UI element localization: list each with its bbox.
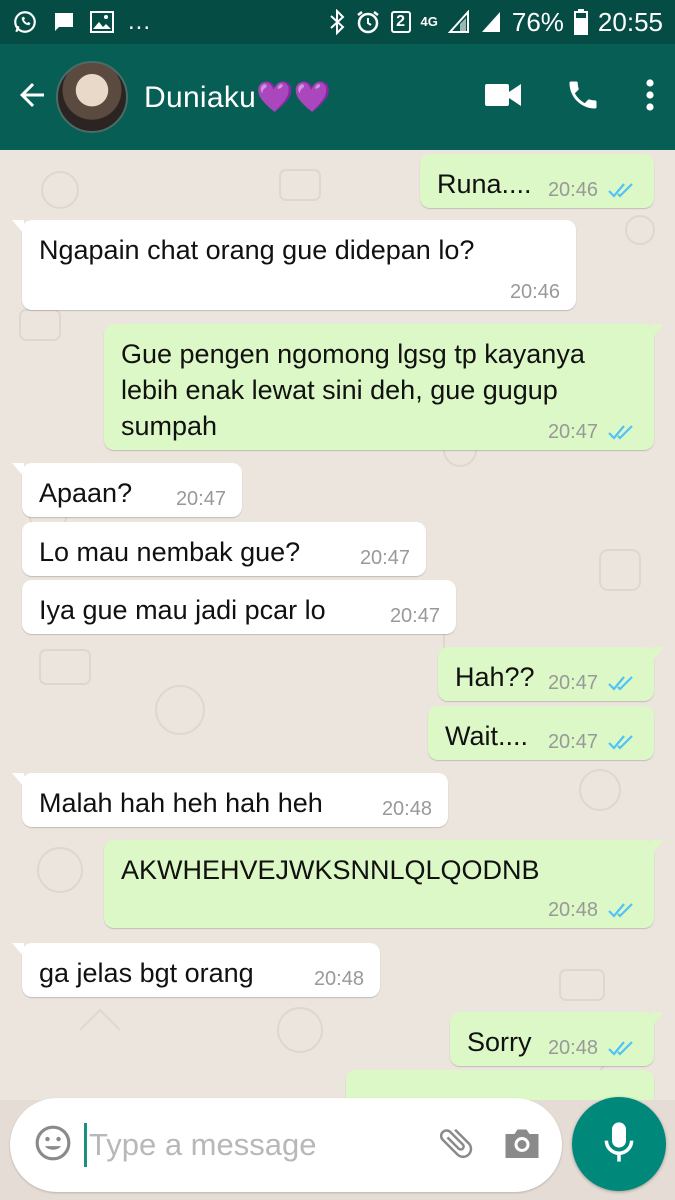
- message-bubble-outgoing[interactable]: Sorry 20:48: [450, 1012, 664, 1066]
- message-time: 20:47: [389, 605, 440, 627]
- message-bubble-incoming[interactable]: Lo mau nembak gue? 20:47: [22, 522, 426, 576]
- message-time: 20:48: [547, 1037, 598, 1059]
- avatar[interactable]: [56, 61, 128, 133]
- message-time: 20:47: [359, 547, 410, 569]
- arrow-back-icon[interactable]: [14, 77, 50, 118]
- message-text: Wait....: [445, 721, 529, 751]
- video-call-icon[interactable]: [485, 82, 521, 113]
- read-ticks-icon: [608, 903, 633, 918]
- read-ticks-icon: [608, 735, 633, 750]
- text-caret: [84, 1123, 87, 1167]
- message-bubble-outgoing[interactable]: Wait.... 20:47: [428, 706, 654, 760]
- message-bubble-incoming[interactable]: ga jelas bgt orang 20:48: [12, 943, 380, 997]
- message-list[interactable]: Runa.... 20:46 Ngapain chat orang gue di…: [0, 150, 675, 1100]
- message-text: Sorry: [467, 1027, 532, 1057]
- message-time: 20:47: [547, 421, 598, 443]
- signal-icon-1: [447, 10, 470, 34]
- message-bubble-outgoing[interactable]: Gue pengen ngomong lgsg tp kayanya lebih…: [104, 324, 664, 450]
- read-ticks-icon: [608, 676, 633, 691]
- message-bubble-outgoing[interactable]: AKWHEHVEJWKSNNLQLQODNB 20:48: [104, 840, 664, 928]
- clock: 20:55: [597, 6, 663, 37]
- mic-icon: [602, 1121, 636, 1168]
- mic-button[interactable]: [572, 1097, 666, 1191]
- read-ticks-icon: [608, 183, 633, 198]
- message-time: 20:46: [547, 179, 598, 201]
- whatsapp-notification-icon: [12, 9, 38, 35]
- message-bubble-outgoing[interactable]: Runa.... 20:46: [420, 154, 654, 208]
- contact-emoji: 💜💜: [256, 80, 332, 114]
- message-bubble-outgoing[interactable]: Hah?? 20:47: [438, 647, 664, 701]
- message-composer[interactable]: Type a message: [10, 1098, 562, 1192]
- contact-name-text: Duniaku: [144, 80, 257, 114]
- contact-name[interactable]: Duniaku💜💜: [144, 80, 331, 115]
- phone-icon[interactable]: [565, 77, 601, 118]
- message-bubble-incoming[interactable]: Ngapain chat orang gue didepan lo? 20:46: [12, 220, 576, 310]
- more-notifications: ...: [128, 8, 152, 35]
- chat-header: Duniaku💜💜: [0, 44, 675, 150]
- image-notification-icon: [90, 11, 114, 33]
- message-time: 20:47: [547, 672, 598, 694]
- emoji-icon[interactable]: [34, 1124, 72, 1167]
- message-time: 20:47: [547, 731, 598, 753]
- message-text: AKWHEHVEJWKSNNLQLQODNB: [121, 855, 540, 885]
- message-text: Lo mau nembak gue?: [39, 537, 301, 567]
- message-notification-icon: [52, 10, 76, 34]
- read-ticks-icon: [608, 1041, 633, 1056]
- message-time: 20:46: [509, 281, 560, 303]
- message-text: Iya gue mau jadi pcar lo: [39, 595, 326, 625]
- camera-icon[interactable]: [502, 1125, 542, 1166]
- message-time: 20:48: [547, 899, 598, 921]
- battery-level: 76%: [511, 6, 564, 37]
- message-text: ga jelas bgt orang: [39, 958, 254, 988]
- alarm-icon: [355, 9, 381, 35]
- message-time: 20:48: [313, 968, 364, 990]
- message-time: 20:48: [381, 798, 432, 820]
- paperclip-icon[interactable]: [436, 1123, 476, 1168]
- bluetooth-icon: [329, 9, 345, 35]
- message-text: Runa....: [437, 169, 532, 199]
- message-bubble-outgoing-partial[interactable]: [346, 1070, 654, 1100]
- message-text: Apaan?: [39, 478, 133, 508]
- message-input[interactable]: Type a message: [89, 1127, 436, 1163]
- message-text: Hah??: [455, 662, 535, 692]
- message-bubble-incoming[interactable]: Apaan? 20:47: [12, 463, 242, 517]
- message-text: Ngapain chat orang gue didepan lo?: [39, 235, 475, 265]
- network-type: 4G: [420, 14, 438, 29]
- status-bar: ... 2 4G 76% 20:55: [0, 0, 675, 44]
- message-text: Malah hah heh hah heh: [39, 788, 323, 818]
- battery-icon: [573, 9, 588, 35]
- more-vert-icon[interactable]: [645, 78, 655, 117]
- read-ticks-icon: [608, 425, 633, 440]
- message-bubble-incoming[interactable]: Iya gue mau jadi pcar lo 20:47: [22, 580, 456, 634]
- sim-badge: 2: [390, 11, 411, 33]
- message-time: 20:47: [175, 488, 226, 510]
- message-bubble-incoming[interactable]: Malah hah heh hah heh 20:48: [12, 773, 448, 827]
- signal-icon-2: [480, 10, 502, 34]
